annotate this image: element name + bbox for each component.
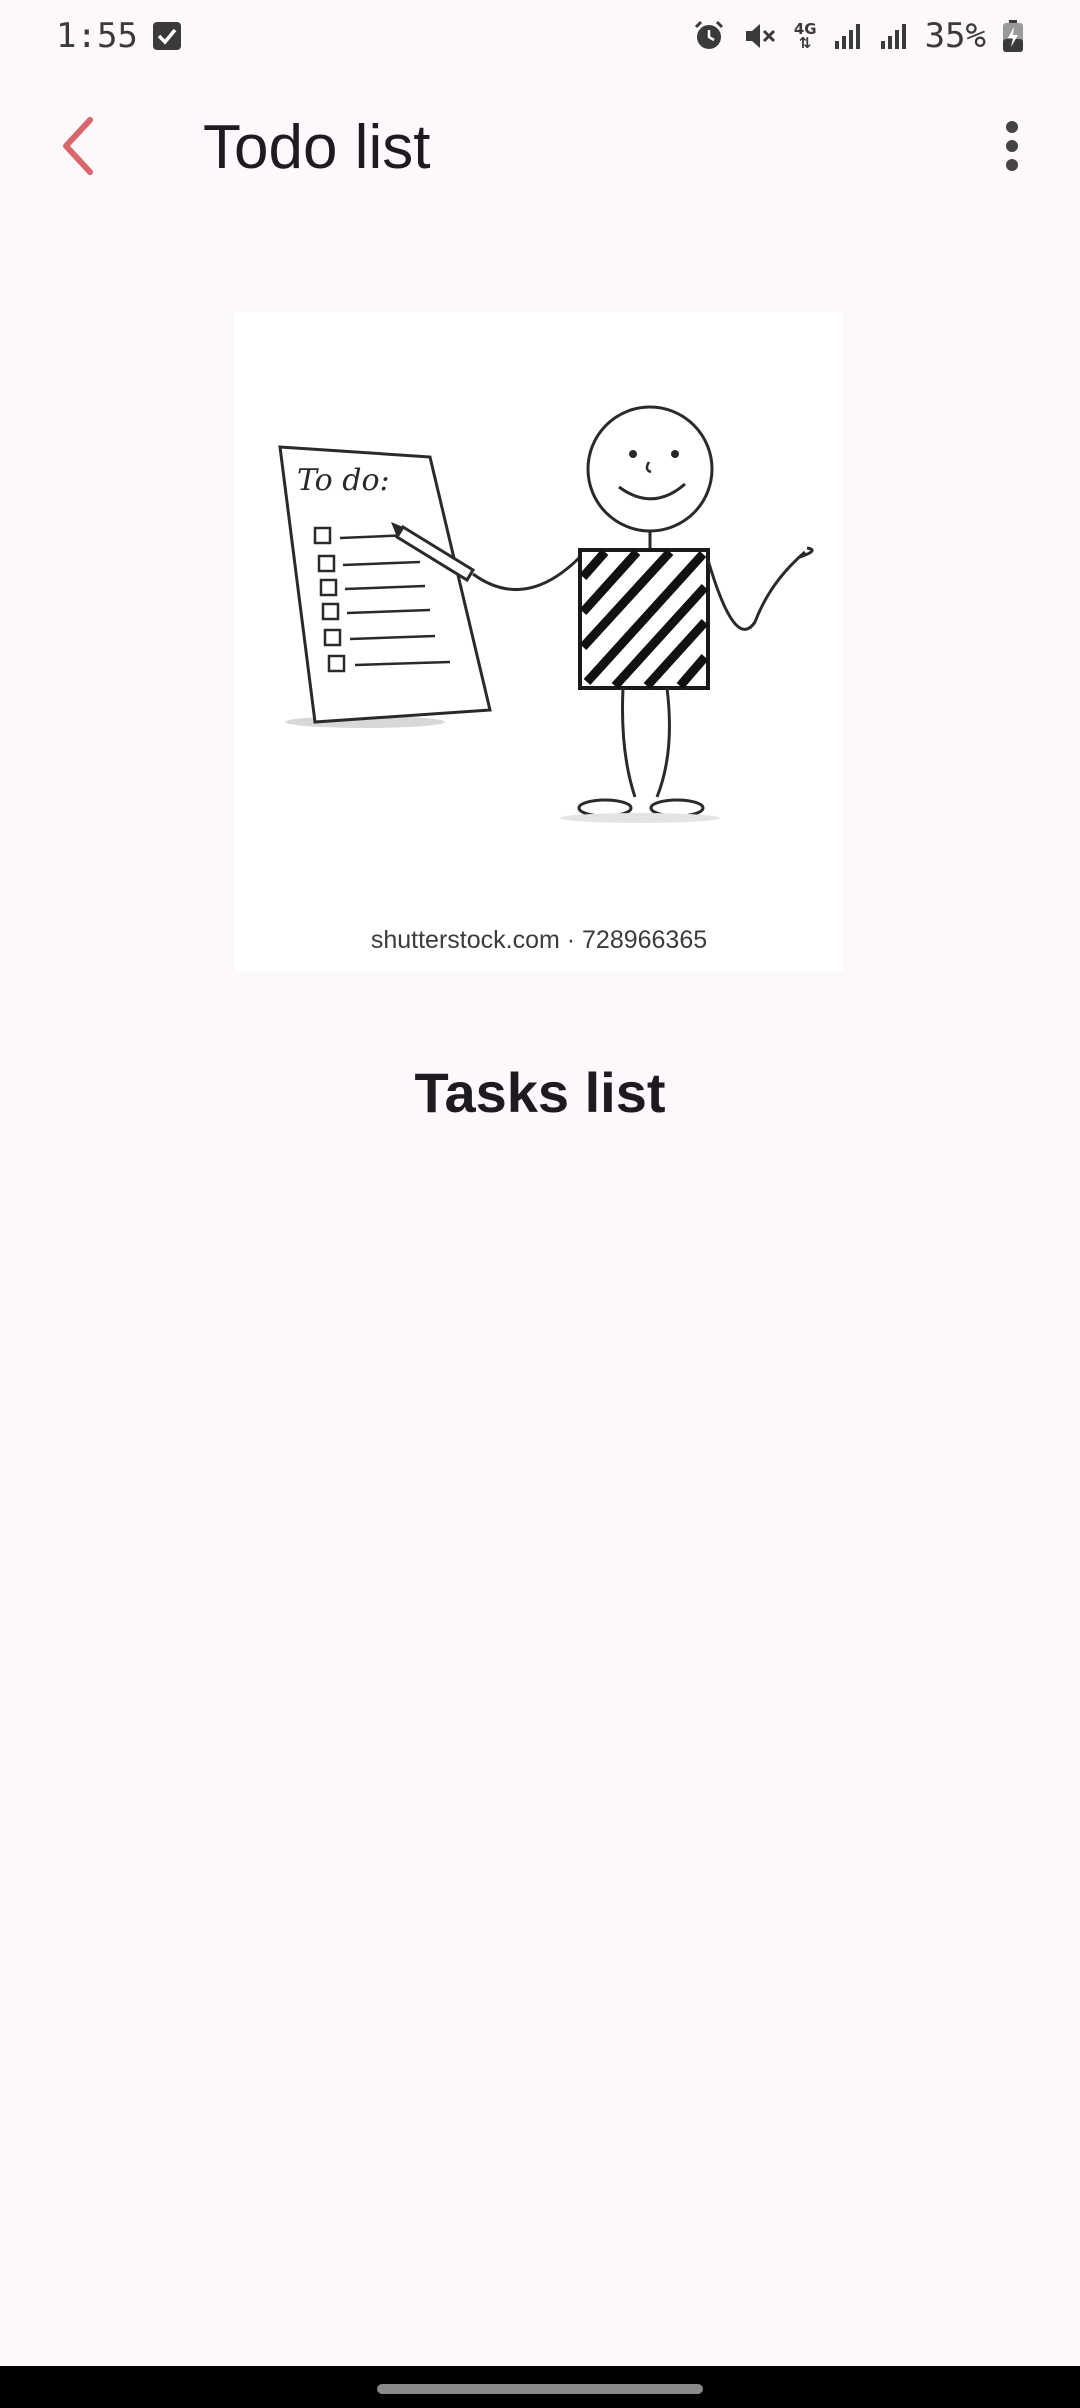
watermark-text: shutterstock.com · 728966365 (370, 926, 708, 954)
more-options-button[interactable] (974, 110, 1050, 186)
checkbox-notification-icon (152, 21, 182, 51)
navigation-bar (0, 2366, 1080, 2408)
battery-percent: 35% (924, 16, 986, 56)
status-left: 1:55 (56, 16, 182, 56)
page-title: Todo list (203, 113, 431, 182)
back-arrow-icon (58, 116, 98, 181)
stick-figure-head (586, 405, 714, 533)
app-bar: Todo list (0, 72, 1080, 224)
todo-illustration: To do: shutterstock.com · 728966365 (235, 312, 843, 972)
alarm-icon (692, 19, 726, 53)
4g-data-icon: 4G ⇅ (794, 22, 817, 52)
home-handle[interactable] (377, 2384, 703, 2394)
status-right: 4G ⇅ 35% (692, 16, 1024, 56)
status-bar: 1:55 4G ⇅ 35% (0, 0, 1080, 72)
signal-icon (879, 21, 909, 51)
mute-icon (742, 19, 778, 53)
section-title: Tasks list (414, 1061, 666, 1124)
battery-charging-icon (1002, 19, 1024, 53)
signal-icon (833, 21, 863, 51)
todo-drawing: To do: (278, 405, 814, 823)
paper-heading: To do: (297, 463, 390, 498)
data-arrows-icon: ⇅ (798, 34, 812, 52)
back-button[interactable] (40, 110, 116, 186)
more-vert-icon (1004, 120, 1020, 176)
status-time: 1:55 (56, 16, 138, 56)
